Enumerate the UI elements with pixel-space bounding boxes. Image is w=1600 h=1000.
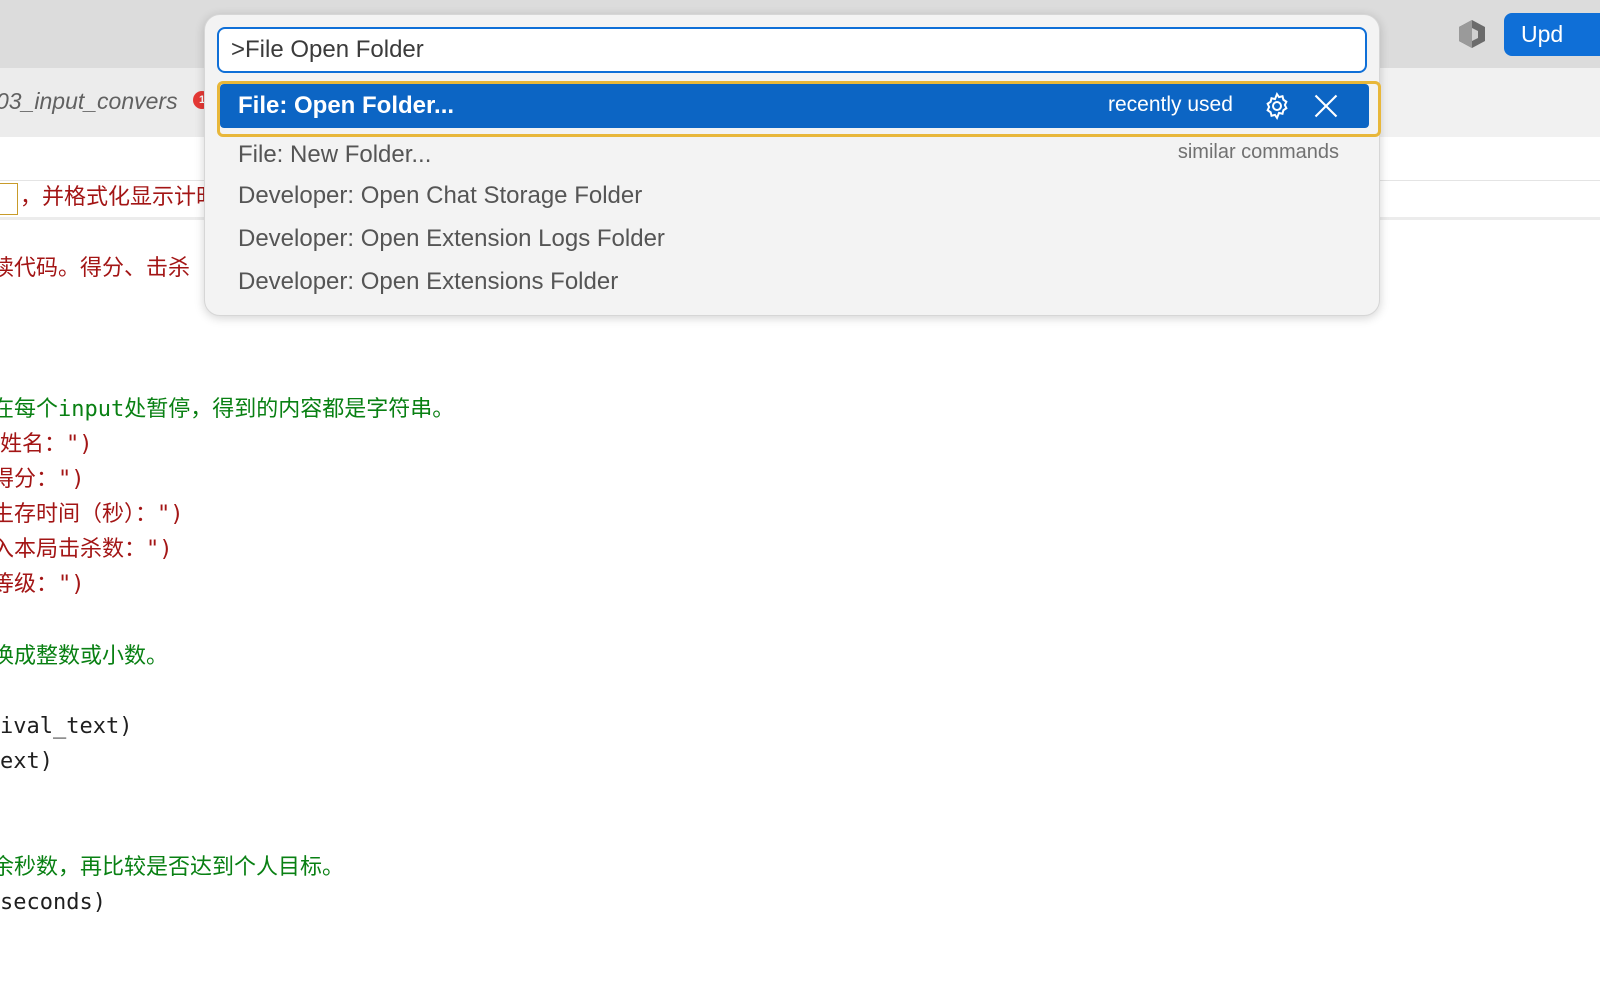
palette-item-extensions-folder[interactable]: Developer: Open Extensions Folder: [238, 268, 618, 296]
code-line[interactable]: 读代码。得分、击杀: [0, 254, 190, 284]
focus-ring: [217, 81, 1381, 137]
palette-item-new-folder[interactable]: File: New Folder...: [238, 141, 431, 169]
palette-item-extension-logs[interactable]: Developer: Open Extension Logs Folder: [238, 225, 665, 253]
update-button[interactable]: Upd: [1504, 13, 1600, 56]
code-line[interactable]: ext): [0, 747, 53, 777]
code-line[interactable]: seconds): [0, 888, 106, 918]
palette-item-chat-storage[interactable]: Developer: Open Chat Storage Folder: [238, 182, 642, 210]
code-line[interactable]: 在每个input处暂停，得到的内容都是字符串。: [0, 395, 454, 425]
palette-item-meta: similar commands: [1177, 141, 1339, 163]
code-line[interactable]: 得分："): [0, 465, 85, 495]
command-palette: >File Open Folder File: Open Folder... r…: [204, 14, 1381, 316]
command-palette-input[interactable]: >File Open Folder: [217, 27, 1367, 73]
code-line[interactable]: 入本局击杀数："): [0, 535, 173, 565]
code-line[interactable]: ，并格式化显示计时: [20, 183, 218, 213]
code-line[interactable]: 姓名："): [0, 430, 93, 460]
copilot-icon[interactable]: [1456, 18, 1488, 50]
code-line[interactable]: 余秒数，再比较是否达到个人目标。: [0, 853, 344, 883]
code-line[interactable]: 等级："): [0, 570, 85, 600]
code-line[interactable]: 生存时间（秒）："): [0, 500, 184, 530]
editor-tab[interactable]: 03_input_convers: [0, 68, 215, 137]
tab-label: 03_input_convers: [0, 88, 178, 114]
code-line[interactable]: ival_text): [0, 712, 132, 742]
code-line[interactable]: 换成整数或小数。: [0, 642, 168, 672]
cursor-highlight: [0, 183, 18, 215]
